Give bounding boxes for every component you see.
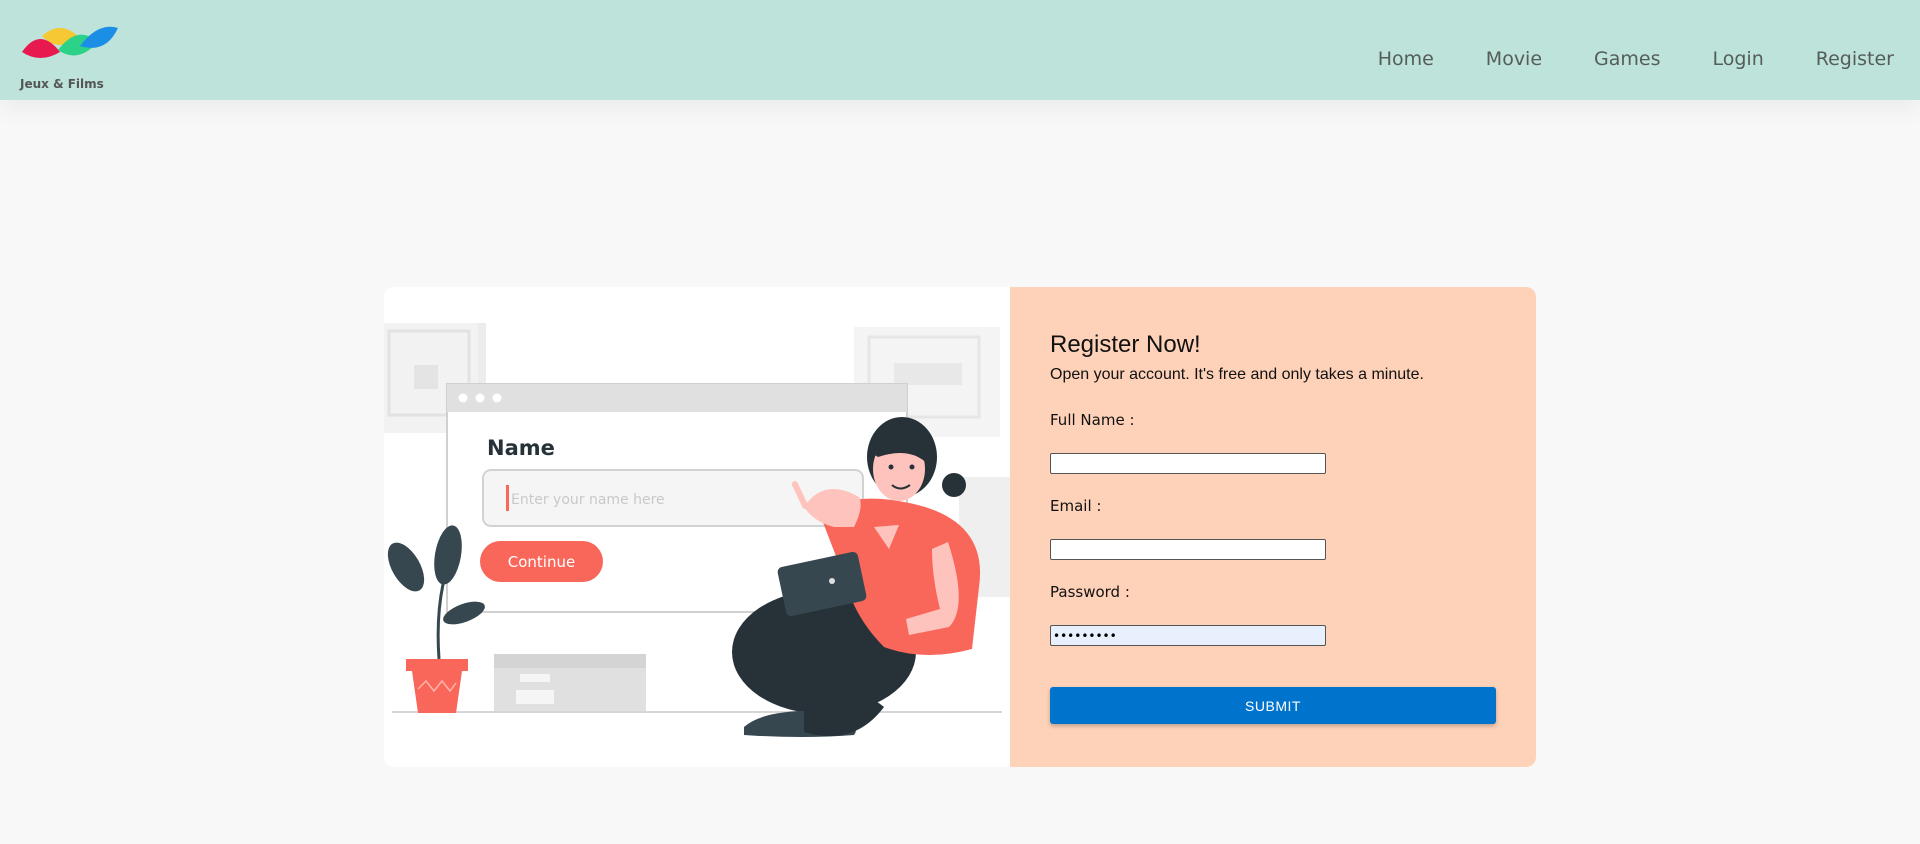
main-nav: Home Movie Games Login Register <box>1378 48 1894 70</box>
illustration-continue-label: Continue <box>508 553 575 571</box>
submit-button[interactable]: SUBMIT <box>1050 687 1496 724</box>
password-input[interactable] <box>1050 625 1326 646</box>
full-name-input[interactable] <box>1050 453 1326 474</box>
full-name-label: Full Name : <box>1050 411 1135 429</box>
illustration-name-label: Name <box>487 436 555 460</box>
nav-register[interactable]: Register <box>1816 48 1894 70</box>
brand-name: Jeux & Films <box>20 77 104 91</box>
nav-login[interactable]: Login <box>1713 48 1764 70</box>
signup-illustration: Name Enter your name here Continue <box>384 287 1010 767</box>
form-subtitle: Open your account. It's free and only ta… <box>1050 366 1424 383</box>
nav-home[interactable]: Home <box>1378 48 1434 70</box>
register-card: Name Enter your name here Continue Regis… <box>384 287 1536 767</box>
site-header: Jeux & Films Home Movie Games Login Regi… <box>0 0 1920 100</box>
email-input[interactable] <box>1050 539 1326 560</box>
logo-icon <box>22 26 118 58</box>
register-panel: Register Now! Open your account. It's fr… <box>1010 287 1536 767</box>
form-title: Register Now! <box>1050 331 1201 358</box>
illustration-name-placeholder: Enter your name here <box>511 492 665 508</box>
email-label: Email : <box>1050 497 1102 515</box>
nav-movie[interactable]: Movie <box>1486 48 1542 70</box>
password-label: Password : <box>1050 583 1130 601</box>
nav-games[interactable]: Games <box>1594 48 1660 70</box>
